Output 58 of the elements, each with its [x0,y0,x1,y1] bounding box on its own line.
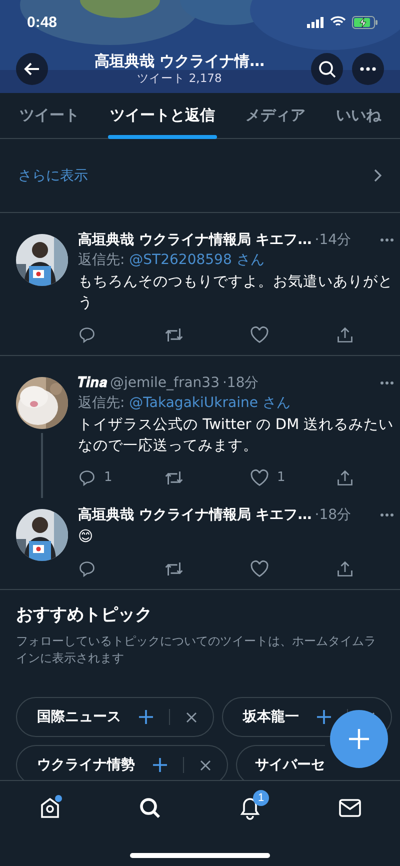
clock-time: 0:48 [27,14,58,30]
search-icon [139,797,161,819]
reply-icon[interactable] [78,468,96,486]
search-icon [318,60,336,78]
more-icon[interactable] [380,513,394,517]
reply-context: 返信先: @TakagakiUkraine さん [78,394,292,412]
more-icon[interactable] [380,381,394,385]
wifi-icon [330,16,346,28]
author-name[interactable]: 高垣典哉 ウクライナ情報局 キエフ… [78,231,312,249]
author-name[interactable]: 𝑻𝒊𝒏𝒂 [78,375,107,391]
reply-icon[interactable] [78,326,96,344]
retweet-icon[interactable] [164,560,184,578]
reply-context: 返信先: @ST26208598 さん [78,251,266,269]
signal-icon [307,16,324,28]
author-name[interactable]: 高垣典哉 ウクライナ情報局 キエフ… [78,506,312,524]
add-icon[interactable] [317,710,331,724]
author-handle: @jemile_fran33 [110,375,220,391]
share-icon[interactable] [336,468,354,486]
like-count: 1 [277,470,286,485]
retweet-icon[interactable] [164,468,184,486]
tab[interactable]: ツイート [17,93,82,138]
mail-icon [339,799,361,817]
home-icon [38,796,62,820]
reply-icon[interactable] [78,560,96,578]
tweet-count: ツイート 2,178 [137,70,222,86]
retweet-icon[interactable] [164,326,184,344]
notification-badge: 1 [253,790,269,806]
add-icon[interactable] [153,758,167,772]
heart-icon[interactable] [250,468,269,486]
add-icon[interactable] [139,710,153,724]
tweet-time: ·14分 [314,231,352,249]
share-icon[interactable] [336,326,354,344]
tab[interactable]: メディア [243,93,308,138]
section-title: おすすめトピック [16,604,153,626]
reply-count: 1 [104,470,112,485]
profile-name: 高垣典哉 ウクライナ情… [94,52,265,70]
close-icon[interactable] [200,760,211,770]
chevron-right-icon[interactable] [374,169,382,182]
plus-icon [349,729,369,749]
arrow-left-icon [24,62,40,76]
tab[interactable]: いいね [334,93,383,138]
heart-icon[interactable] [250,560,269,578]
tweet-time: ·18分 [222,374,259,392]
section-description: フォローしているトピックについてのツイートは、ホームタイムラインに表示されます [16,633,377,667]
battery-charging-icon [352,16,378,28]
topic-chip[interactable]: 国際ニュース [16,697,214,737]
tweet-text: 😊 [78,528,94,547]
more-icon[interactable] [380,238,394,242]
show-more-link[interactable]: さらに表示 [18,166,88,184]
more-icon [360,66,376,70]
share-icon[interactable] [336,560,354,578]
tweet-time: ·18分 [314,506,352,524]
compose-button[interactable] [330,710,388,768]
tweet-text: トイザラス公式の Twitter の DM 送れるみたいなので一応送ってみます。 [78,416,394,456]
heart-icon[interactable] [250,326,269,344]
tab[interactable]: ツイートと返信 [108,93,217,138]
close-icon[interactable] [186,712,197,722]
tweet-text: もちろんそのつもりですよ。お気遣いありがとう [78,273,394,313]
